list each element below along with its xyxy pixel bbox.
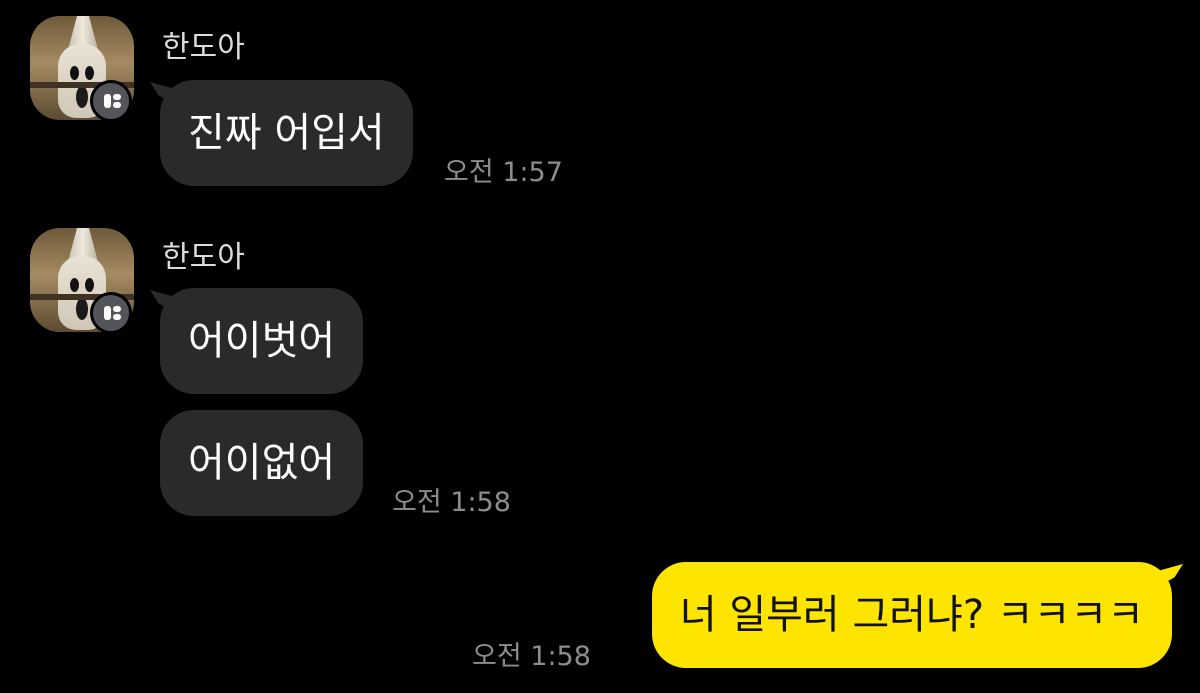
- message-bubble[interactable]: 어이없어: [160, 410, 364, 516]
- profile-badge-icon: [90, 292, 132, 334]
- outgoing-message-bubble[interactable]: 너 일부러 그러냐? ㅋㅋㅋㅋ: [651, 562, 1172, 668]
- message-timestamp: 오전 1:58: [392, 487, 511, 518]
- message-bubble[interactable]: 어이벗어: [160, 288, 364, 394]
- message-timestamp: 오전 1:57: [444, 157, 563, 188]
- sender-name: 한도아: [162, 30, 245, 65]
- message-bubble[interactable]: 진짜 어입서: [160, 80, 413, 186]
- profile-badge-icon: [90, 80, 132, 122]
- sender-name: 한도아: [162, 240, 245, 275]
- message-timestamp: 오전 1:58: [472, 641, 591, 672]
- chat-window: 한도아 진짜 어입서 오전 1:57 한도아 어이벗어 어이없어 오전 1:58…: [0, 0, 1200, 693]
